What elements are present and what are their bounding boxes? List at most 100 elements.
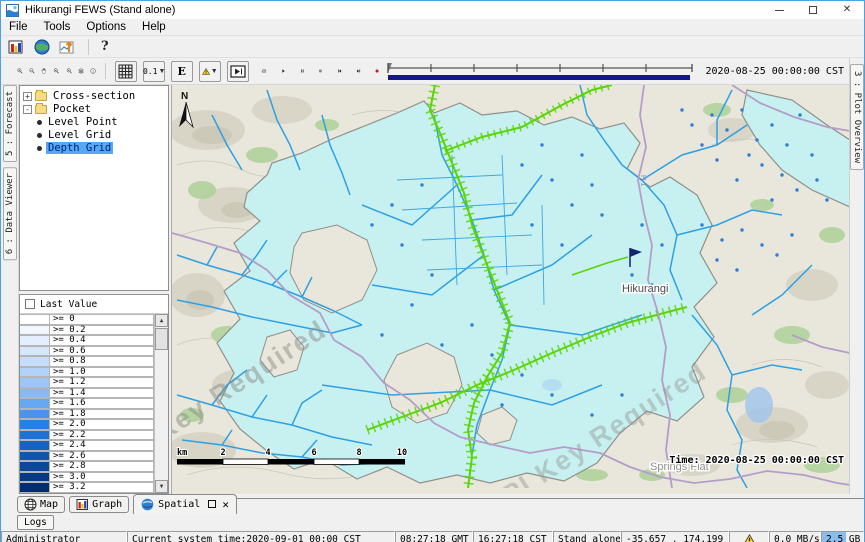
tree-node-label[interactable]: Cross-section xyxy=(51,90,137,102)
legend-color-swatch xyxy=(20,419,50,430)
info-icon[interactable]: i xyxy=(90,62,96,80)
legend-color-swatch xyxy=(20,409,50,420)
legend-row[interactable]: >= 0.6 xyxy=(20,346,154,357)
expand-icon[interactable]: + xyxy=(23,92,32,101)
legend-row[interactable]: >= 1.8 xyxy=(20,409,154,420)
zoom-in-icon[interactable] xyxy=(17,62,23,80)
close-icon: ✕ xyxy=(843,5,851,15)
status-bar: Administrator Current system time:2020-0… xyxy=(1,531,864,542)
graph-bars-icon xyxy=(76,498,89,511)
menu-file[interactable]: File xyxy=(1,19,36,36)
close-button[interactable]: ✕ xyxy=(830,1,864,19)
legend-row[interactable]: >= 1.0 xyxy=(20,367,154,378)
legend-row[interactable]: >= 1.2 xyxy=(20,377,154,388)
legend-row[interactable]: >= 2.6 xyxy=(20,451,154,462)
legend-list: >= 0 >= 0.2 >= 0.4 >= 0.6 >= 0.8 >= 1.0 … xyxy=(20,314,154,493)
legend-row[interactable]: >= 0.4 xyxy=(20,335,154,346)
legend-color-swatch xyxy=(20,430,50,441)
warning-threshold-button[interactable]: ▼ xyxy=(199,61,221,82)
stop-icon[interactable] xyxy=(318,64,323,78)
layers-icon[interactable] xyxy=(78,62,84,80)
tree-node-cross-section[interactable]: + Cross-section xyxy=(20,90,168,102)
pause-icon[interactable] xyxy=(300,64,305,78)
play-icon[interactable] xyxy=(281,64,286,78)
legend-scrollbar[interactable]: ▲ ▼ xyxy=(154,314,168,493)
timeseries-chart-icon[interactable] xyxy=(59,39,76,55)
legend-row[interactable]: >= 0.2 xyxy=(20,325,154,336)
tree-leaf-level-point[interactable]: Level Point xyxy=(20,116,168,128)
logs-button[interactable]: Logs xyxy=(17,515,54,530)
skip-start-icon[interactable] xyxy=(337,64,342,78)
app-logo-icon xyxy=(6,4,19,17)
road-label: H 1 xyxy=(639,175,648,187)
legend-color-swatch xyxy=(20,451,50,462)
status-warning[interactable] xyxy=(729,531,769,542)
tree-leaf-depth-grid[interactable]: Depth Grid xyxy=(20,142,168,154)
legend-label: >= 2.2 xyxy=(50,430,154,441)
dock-tab-data-viewer[interactable]: 6 : Data Viewer xyxy=(3,167,17,260)
record-icon[interactable] xyxy=(375,65,379,77)
tab-graph-label: Graph xyxy=(92,499,122,510)
legend-row[interactable]: >= 2.4 xyxy=(20,440,154,451)
tab-spatial-label: Spatial xyxy=(158,499,200,510)
tree-node-label[interactable]: Pocket xyxy=(51,103,93,115)
legend-row[interactable]: >= 3.0 xyxy=(20,472,154,483)
status-system-time: Current system time:2020-09-01 00:00 CST xyxy=(127,531,395,542)
last-value-checkbox[interactable] xyxy=(25,299,35,309)
grid-icon xyxy=(118,64,133,79)
menu-help[interactable]: Help xyxy=(134,19,174,36)
interval-dropdown-button[interactable]: 0.1 ▼ xyxy=(143,61,165,82)
legend-row[interactable]: >= 0 xyxy=(20,314,154,325)
minimize-button[interactable] xyxy=(762,1,796,19)
tab-map[interactable]: Map xyxy=(17,496,65,513)
map-toolbar: i 0.1 ▼ E xyxy=(1,58,849,85)
tab-graph[interactable]: Graph xyxy=(69,496,129,513)
legend-row[interactable]: >= 2.0 xyxy=(20,419,154,430)
skip-end-icon[interactable] xyxy=(356,64,361,78)
tree-leaf-label-selected[interactable]: Depth Grid xyxy=(46,142,113,154)
tree-leaf-level-grid[interactable]: Level Grid xyxy=(20,129,168,141)
menu-options[interactable]: Options xyxy=(78,19,134,36)
scroll-thumb[interactable] xyxy=(155,328,168,350)
zoom-next-icon[interactable] xyxy=(66,62,72,80)
tree-leaf-label[interactable]: Level Point xyxy=(46,116,120,128)
legend-row[interactable]: >= 0.8 xyxy=(20,356,154,367)
grid-button[interactable] xyxy=(115,61,137,82)
folder-icon xyxy=(35,92,47,101)
legend-row[interactable]: >= 1.6 xyxy=(20,398,154,409)
bar-chart-icon[interactable] xyxy=(8,39,25,55)
panel-close-icon[interactable]: ✕ xyxy=(222,498,229,511)
time-slider[interactable] xyxy=(386,60,696,82)
status-local-time: 16:27:18 CST xyxy=(473,531,553,542)
tab-spatial-selected[interactable]: Spatial ✕ xyxy=(133,494,237,514)
globe-icon[interactable] xyxy=(34,39,50,55)
dock-tab-plot-overview[interactable]: 3 : Plot Overview xyxy=(850,64,864,170)
main-toolbar: ? xyxy=(1,36,864,58)
animation-dialog-button[interactable] xyxy=(227,61,249,82)
scroll-up-icon[interactable]: ▲ xyxy=(155,314,168,327)
zoom-previous-icon[interactable] xyxy=(53,62,59,80)
zoom-out-icon[interactable] xyxy=(29,62,35,80)
maximize-button[interactable] xyxy=(796,1,830,19)
collapse-icon[interactable]: - xyxy=(23,105,32,114)
chevron-down-icon: ▼ xyxy=(158,68,165,75)
legend-row[interactable]: >= 2.8 xyxy=(20,461,154,472)
svg-text:i: i xyxy=(93,69,95,73)
dock-tab-forecast[interactable]: 5 : Forecast xyxy=(3,85,17,162)
tree-node-pocket[interactable]: - Pocket xyxy=(20,103,168,115)
panel-maximize-icon[interactable] xyxy=(208,500,216,508)
legend-row[interactable]: >= 3.2 xyxy=(20,482,154,493)
legend-header: Last Value xyxy=(20,295,168,314)
legend-row[interactable]: >= 2.2 xyxy=(20,430,154,441)
pan-hand-icon[interactable] xyxy=(41,62,47,80)
labels-button[interactable]: E xyxy=(171,61,193,82)
map-canvas[interactable]: API Key Required API Key Required Hikura… xyxy=(171,85,849,494)
legend-row[interactable]: >= 1.4 xyxy=(20,388,154,399)
application-window: Hikurangi FEWS (Stand alone) ✕ File Tool… xyxy=(0,0,865,542)
menu-tools[interactable]: Tools xyxy=(36,19,79,36)
tree-leaf-label[interactable]: Level Grid xyxy=(46,129,113,141)
loop-icon[interactable] xyxy=(261,62,267,80)
data-viewer-panel: + Cross-section - Pocket Level Point xyxy=(19,85,171,494)
scroll-down-icon[interactable]: ▼ xyxy=(155,480,168,493)
help-icon[interactable]: ? xyxy=(101,39,109,54)
